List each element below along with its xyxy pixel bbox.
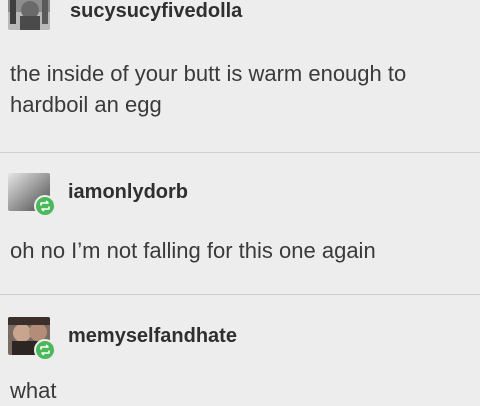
post-2-username[interactable]: iamonlydorb <box>68 181 188 204</box>
post-3-body-line-1: what <box>10 378 57 403</box>
post-1: sucysucyfivedolla the inside of your but… <box>0 0 480 150</box>
post-1-username[interactable]: sucysucyfivedolla <box>70 0 242 23</box>
post-1-body: the inside of your butt is warm enough t… <box>10 58 480 120</box>
reblog-badge <box>34 339 56 361</box>
post-2-header: iamonlydorb <box>8 173 188 217</box>
post-1-body-line-2: hardboil an egg <box>10 92 162 117</box>
reblog-icon <box>40 344 50 356</box>
post-3-header: memyselfandhate <box>8 317 237 361</box>
user-avatar-icon <box>8 0 50 30</box>
post-1-body-line-1: the inside of your butt is warm enough t… <box>10 61 407 86</box>
post-1-avatar[interactable] <box>8 0 50 30</box>
post-3: memyselfandhate what <box>0 295 480 405</box>
screenshot: { "posts": [ { "username": "sucysucyfive… <box>0 0 480 405</box>
post-2-body: oh no I’m not falling for this one again <box>10 235 480 266</box>
post-2-body-line-1: oh no I’m not falling for this one again <box>10 238 376 263</box>
reblog-icon <box>40 200 50 212</box>
post-2-avatar[interactable] <box>8 173 56 217</box>
post-3-username[interactable]: memyselfandhate <box>68 325 237 348</box>
reblog-badge <box>34 195 56 217</box>
post-3-avatar[interactable] <box>8 317 56 361</box>
post-2: iamonlydorb oh no I’m not falling for th… <box>0 153 480 293</box>
post-3-body: what <box>10 375 480 406</box>
post-1-header: sucysucyfivedolla <box>8 0 242 30</box>
